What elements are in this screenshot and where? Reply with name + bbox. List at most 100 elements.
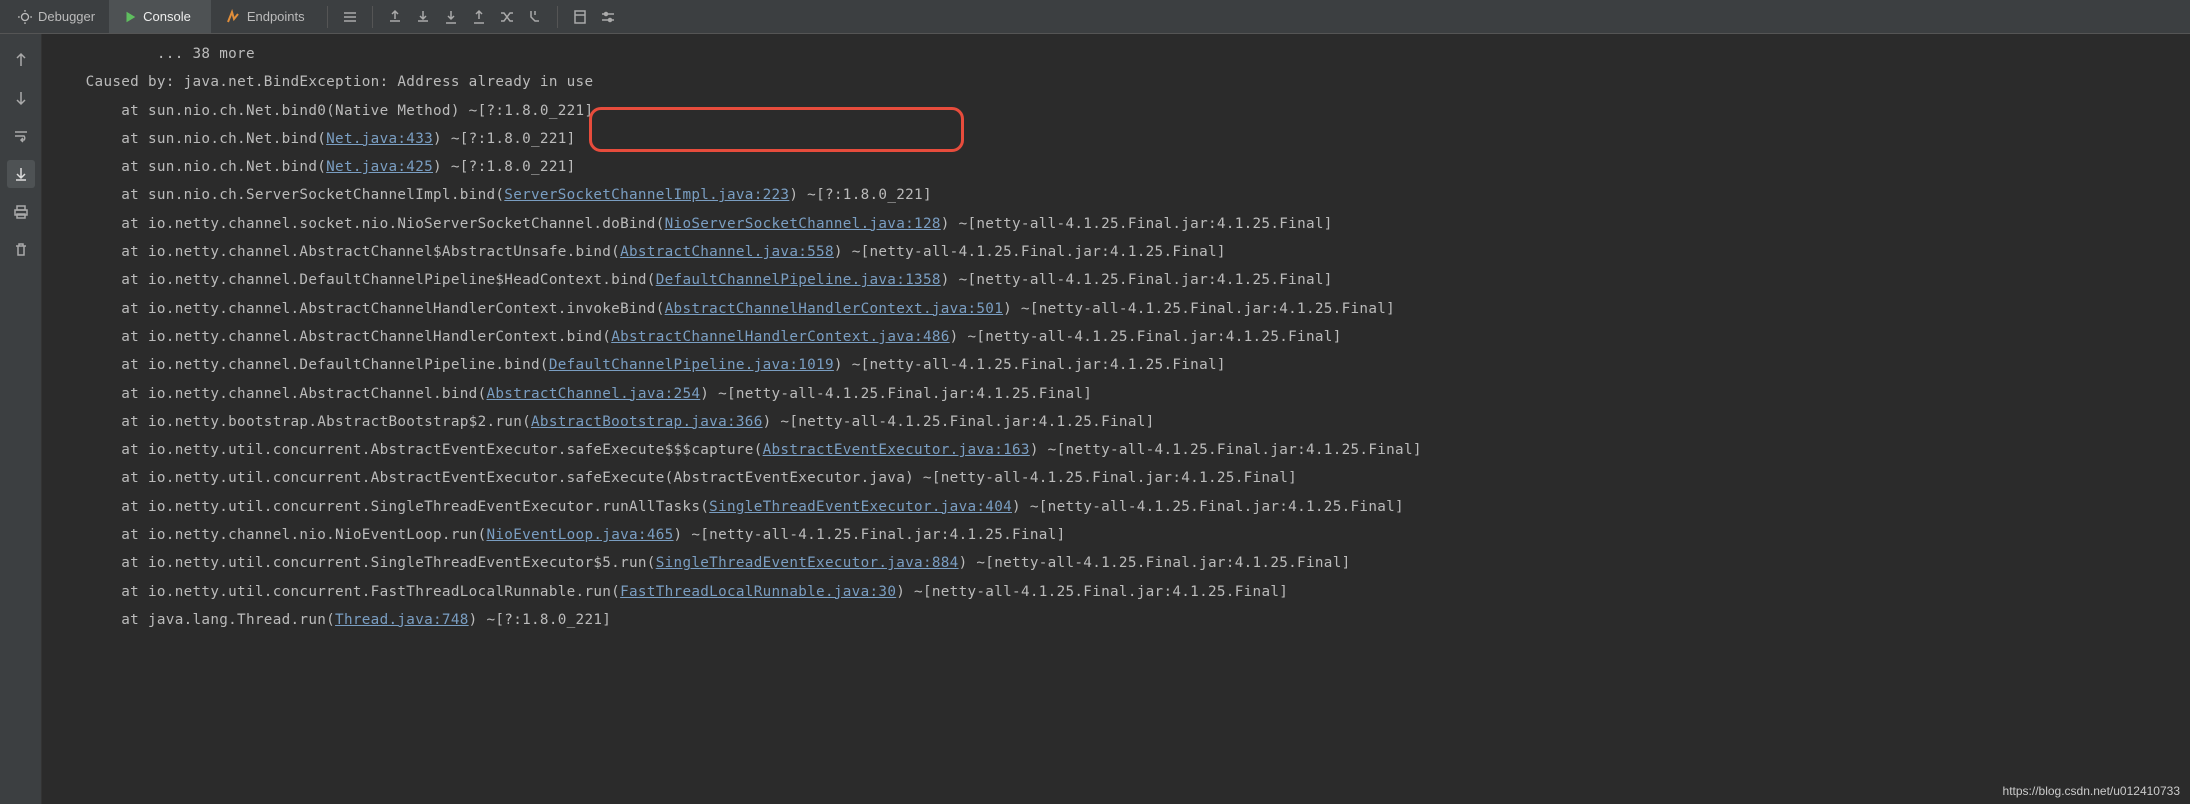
- stacktrace-link[interactable]: DefaultChannelPipeline.java:1358: [656, 272, 941, 288]
- console-line: at io.netty.channel.nio.NioEventLoop.run…: [50, 521, 2182, 549]
- stacktrace-text: ) ~[netty-all-4.1.25.Final.jar:4.1.25.Fi…: [950, 329, 1342, 345]
- stacktrace-text: ) ~[?:1.8.0_221]: [789, 187, 932, 203]
- console-line: at io.netty.channel.DefaultChannelPipeli…: [50, 266, 2182, 294]
- stacktrace-text: at sun.nio.ch.Net.bind(: [121, 159, 326, 175]
- stacktrace-text: at io.netty.channel.socket.nio.NioServer…: [121, 216, 664, 232]
- console-line: at sun.nio.ch.Net.bind(Net.java:425) ~[?…: [50, 153, 2182, 181]
- arrow-down-icon[interactable]: [7, 84, 35, 112]
- stacktrace-text: at io.netty.channel.DefaultChannelPipeli…: [121, 357, 549, 373]
- stacktrace-link[interactable]: Thread.java:748: [335, 612, 469, 628]
- console-line: at io.netty.util.concurrent.AbstractEven…: [50, 464, 2182, 492]
- stacktrace-text: Caused by: java.net.BindException: Addre…: [86, 74, 594, 90]
- step-icon[interactable]: [521, 3, 549, 31]
- stacktrace-text: ) ~[?:1.8.0_221]: [469, 612, 612, 628]
- stacktrace-link[interactable]: AbstractChannelHandlerContext.java:501: [665, 301, 1003, 317]
- console-line: at sun.nio.ch.Net.bind0(Native Method) ~…: [50, 97, 2182, 125]
- stacktrace-text: at io.netty.util.concurrent.AbstractEven…: [121, 470, 1297, 486]
- stacktrace-text: at io.netty.channel.AbstractChannel.bind…: [121, 386, 486, 402]
- console-line: at io.netty.bootstrap.AbstractBootstrap$…: [50, 408, 2182, 436]
- wrap-icon[interactable]: [7, 122, 35, 150]
- tab-debugger-label: Debugger: [38, 9, 95, 24]
- print-icon[interactable]: [7, 198, 35, 226]
- stacktrace-text: ) ~[netty-all-4.1.25.Final.jar:4.1.25.Fi…: [674, 527, 1066, 543]
- stacktrace-text: ) ~[netty-all-4.1.25.Final.jar:4.1.25.Fi…: [1030, 442, 1422, 458]
- list-icon[interactable]: [336, 3, 364, 31]
- stacktrace-text: at io.netty.util.concurrent.SingleThread…: [121, 499, 709, 515]
- export-up-icon[interactable]: [381, 3, 409, 31]
- stacktrace-link[interactable]: ServerSocketChannelImpl.java:223: [504, 187, 789, 203]
- bug-icon: [18, 10, 32, 24]
- main-area: ... 38 more Caused by: java.net.BindExce…: [0, 34, 2190, 804]
- stacktrace-link[interactable]: Net.java:425: [326, 159, 433, 175]
- stacktrace-link[interactable]: DefaultChannelPipeline.java:1019: [549, 357, 834, 373]
- stacktrace-text: at io.netty.bootstrap.AbstractBootstrap$…: [121, 414, 531, 430]
- console-line: at io.netty.channel.AbstractChannel.bind…: [50, 380, 2182, 408]
- console-line: at io.netty.util.concurrent.SingleThread…: [50, 549, 2182, 577]
- debug-toolbar: Debugger Console Endpoints: [0, 0, 2190, 34]
- stacktrace-text: at io.netty.channel.DefaultChannelPipeli…: [121, 272, 655, 288]
- stacktrace-link[interactable]: SingleThreadEventExecutor.java:884: [656, 555, 959, 571]
- console-line: at sun.nio.ch.ServerSocketChannelImpl.bi…: [50, 181, 2182, 209]
- tab-endpoints-label: Endpoints: [247, 9, 305, 24]
- stacktrace-link[interactable]: SingleThreadEventExecutor.java:404: [709, 499, 1012, 515]
- stacktrace-text: at sun.nio.ch.Net.bind0(Native Method) ~…: [121, 103, 593, 119]
- settings-icon[interactable]: [594, 3, 622, 31]
- stacktrace-link[interactable]: NioServerSocketChannel.java:128: [665, 216, 941, 232]
- stacktrace-link[interactable]: AbstractEventExecutor.java:163: [763, 442, 1030, 458]
- stacktrace-link[interactable]: NioEventLoop.java:465: [486, 527, 673, 543]
- console-line: Caused by: java.net.BindException: Addre…: [50, 68, 2182, 96]
- stacktrace-text: ) ~[netty-all-4.1.25.Final.jar:4.1.25.Fi…: [1012, 499, 1404, 515]
- stacktrace-text: at sun.nio.ch.ServerSocketChannelImpl.bi…: [121, 187, 504, 203]
- separator: [557, 6, 558, 28]
- console-line: at sun.nio.ch.Net.bind(Net.java:433) ~[?…: [50, 125, 2182, 153]
- stacktrace-text: at io.netty.channel.AbstractChannelHandl…: [121, 329, 611, 345]
- download-icon[interactable]: [409, 3, 437, 31]
- stacktrace-text: ) ~[netty-all-4.1.25.Final.jar:4.1.25.Fi…: [834, 244, 1226, 260]
- tab-debugger[interactable]: Debugger: [4, 0, 109, 33]
- stacktrace-text: at io.netty.util.concurrent.SingleThread…: [121, 555, 655, 571]
- stacktrace-link[interactable]: FastThreadLocalRunnable.java:30: [620, 584, 896, 600]
- stacktrace-link[interactable]: AbstractChannel.java:558: [620, 244, 834, 260]
- console-gutter: [0, 34, 42, 804]
- stacktrace-link[interactable]: AbstractChannel.java:254: [486, 386, 700, 402]
- console-line: at io.netty.channel.AbstractChannel$Abst…: [50, 238, 2182, 266]
- tab-console[interactable]: Console: [109, 0, 211, 33]
- stacktrace-text: ) ~[netty-all-4.1.25.Final.jar:4.1.25.Fi…: [941, 216, 1333, 232]
- calculator-icon[interactable]: [566, 3, 594, 31]
- stacktrace-text: ) ~[?:1.8.0_221]: [433, 131, 576, 147]
- arrow-up-icon[interactable]: [7, 46, 35, 74]
- trash-icon[interactable]: [7, 236, 35, 264]
- stacktrace-link[interactable]: Net.java:433: [326, 131, 433, 147]
- console-line: at io.netty.channel.socket.nio.NioServer…: [50, 210, 2182, 238]
- endpoints-icon: [225, 9, 241, 25]
- stacktrace-text: ) ~[netty-all-4.1.25.Final.jar:4.1.25.Fi…: [1003, 301, 1395, 317]
- console-line: at io.netty.channel.AbstractChannelHandl…: [50, 323, 2182, 351]
- stacktrace-text: ) ~[netty-all-4.1.25.Final.jar:4.1.25.Fi…: [896, 584, 1288, 600]
- console-line: at io.netty.util.concurrent.FastThreadLo…: [50, 578, 2182, 606]
- stacktrace-text: ) ~[?:1.8.0_221]: [433, 159, 576, 175]
- console-line: at io.netty.channel.AbstractChannelHandl…: [50, 295, 2182, 323]
- shuffle-icon[interactable]: [493, 3, 521, 31]
- console-output[interactable]: ... 38 more Caused by: java.net.BindExce…: [42, 34, 2190, 804]
- scroll-end-icon[interactable]: [7, 160, 35, 188]
- tab-console-label: Console: [143, 9, 191, 24]
- console-line: at io.netty.util.concurrent.AbstractEven…: [50, 436, 2182, 464]
- stacktrace-text: at io.netty.channel.nio.NioEventLoop.run…: [121, 527, 486, 543]
- console-line: ... 38 more: [50, 40, 2182, 68]
- stacktrace-text: ) ~[netty-all-4.1.25.Final.jar:4.1.25.Fi…: [834, 357, 1226, 373]
- play-icon: [123, 10, 137, 24]
- tab-endpoints[interactable]: Endpoints: [211, 0, 319, 33]
- stacktrace-text: at io.netty.channel.AbstractChannelHandl…: [121, 301, 664, 317]
- watermark-text: https://blog.csdn.net/u012410733: [2003, 784, 2180, 798]
- upload-icon[interactable]: [465, 3, 493, 31]
- download-underline-icon[interactable]: [437, 3, 465, 31]
- stacktrace-text: ) ~[netty-all-4.1.25.Final.jar:4.1.25.Fi…: [941, 272, 1333, 288]
- stacktrace-text: at io.netty.util.concurrent.AbstractEven…: [121, 442, 762, 458]
- stacktrace-text: at sun.nio.ch.Net.bind(: [121, 131, 326, 147]
- stacktrace-text: ... 38 more: [157, 46, 255, 62]
- stacktrace-text: at io.netty.util.concurrent.FastThreadLo…: [121, 584, 620, 600]
- stacktrace-text: ) ~[netty-all-4.1.25.Final.jar:4.1.25.Fi…: [763, 414, 1155, 430]
- separator: [372, 6, 373, 28]
- stacktrace-link[interactable]: AbstractBootstrap.java:366: [531, 414, 763, 430]
- stacktrace-link[interactable]: AbstractChannelHandlerContext.java:486: [611, 329, 949, 345]
